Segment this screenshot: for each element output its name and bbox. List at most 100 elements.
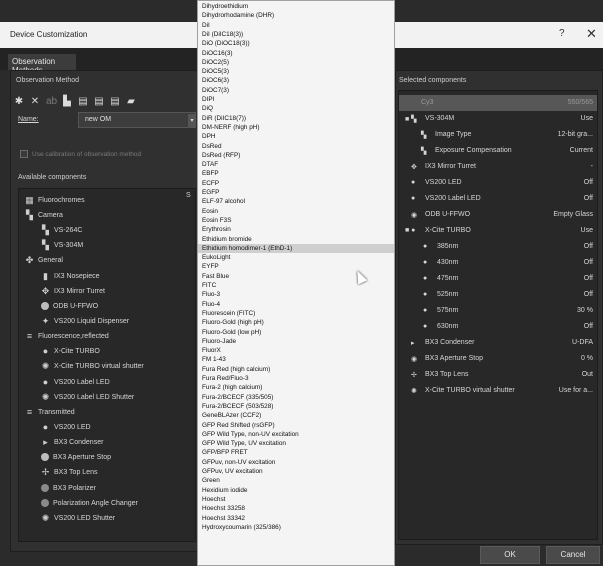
- dropdown-option[interactable]: GFPuv, non-UV excitation: [198, 458, 394, 467]
- tree-item-vs200-led-shutter[interactable]: ✺ VS200 LED Shutter: [41, 511, 115, 525]
- dropdown-option[interactable]: DiO (DiOC18(3)): [198, 39, 394, 48]
- tree-item-vs-264c[interactable]: ▚ VS-264C: [41, 223, 82, 237]
- tree-item-camera[interactable]: ▚ Camera: [25, 208, 63, 222]
- tree-item-polarization-angle-changer[interactable]: Polarization Angle Changer: [41, 496, 138, 510]
- dropdown-option[interactable]: Fluo-4: [198, 300, 394, 309]
- ok-button[interactable]: OK: [480, 546, 540, 564]
- dropdown-option[interactable]: DiOC7(3): [198, 86, 394, 95]
- selected-row-630nm[interactable]: ● 630nm Off: [399, 319, 597, 335]
- dropdown-option[interactable]: DPH: [198, 132, 394, 141]
- selected-row-475nm[interactable]: ● 475nm Off: [399, 271, 597, 287]
- dropdown-option[interactable]: GFP Red Shifted (rsGFP): [198, 421, 394, 430]
- new-icon[interactable]: ✱: [14, 97, 24, 107]
- dropdown-option[interactable]: DiOC2(5): [198, 58, 394, 67]
- tree-item-bx3-top-lens[interactable]: ✢ BX3 Top Lens: [41, 465, 98, 479]
- tree-item-fluorochromes[interactable]: ▦ Fluorochromes: [25, 193, 84, 207]
- tree-item-fluorescence-reflected[interactable]: ≡ Fluorescence,reflected: [25, 329, 109, 343]
- dropdown-option[interactable]: GFP Wild Type, non-UV excitation: [198, 430, 394, 439]
- dropdown-option[interactable]: Fluoro-Gold (high pH): [198, 318, 394, 327]
- tree-item-vs200-label-led-shutter[interactable]: ✺ VS200 Label LED Shutter: [41, 390, 134, 404]
- dropdown-option[interactable]: DiQ: [198, 104, 394, 113]
- tree-item-ix3-mirror-turret[interactable]: ✥ IX3 Mirror Turret: [41, 284, 105, 298]
- selected-row-385nm[interactable]: ● 385nm Off: [399, 239, 597, 255]
- dropdown-option[interactable]: EukoLight: [198, 253, 394, 262]
- selected-row-exposure-compensation[interactable]: ▚ Exposure Compensation Current: [399, 143, 597, 159]
- dropdown-option[interactable]: Eosin F3S: [198, 216, 394, 225]
- tree-item-vs-304m[interactable]: ▚ VS-304M: [41, 238, 83, 252]
- dropdown-option[interactable]: Fura-2/BCECF (335/505): [198, 393, 394, 402]
- dropdown-option[interactable]: DiOC16(3): [198, 49, 394, 58]
- dropdown-option[interactable]: Fluorescein (FITC): [198, 309, 394, 318]
- dropdown-option[interactable]: DTAF: [198, 160, 394, 169]
- help-button[interactable]: ?: [559, 28, 565, 39]
- delete-icon[interactable]: ✕: [30, 97, 40, 107]
- export-icon[interactable]: ▤: [94, 97, 104, 107]
- dropdown-option[interactable]: GeneBLAzer (CCF2): [198, 411, 394, 420]
- dropdown-option[interactable]: Hexidium iodide: [198, 486, 394, 495]
- dropdown-option[interactable]: Eosin: [198, 207, 394, 216]
- use-calibration-row[interactable]: Use calibration of observation method: [20, 150, 141, 158]
- tree-item-transmitted[interactable]: ≡ Transmitted: [25, 405, 75, 419]
- dropdown-option[interactable]: Dihydrorhodamine (DHR): [198, 11, 394, 20]
- dropdown-option[interactable]: Fluo-3: [198, 290, 394, 299]
- dropdown-option[interactable]: Fura Red/Fluo-3: [198, 374, 394, 383]
- tree-item-bx3-condenser[interactable]: ▸ BX3 Condenser: [41, 435, 103, 449]
- dropdown-option[interactable]: EGFP: [198, 188, 394, 197]
- dropdown-option[interactable]: Hoechst 33258: [198, 504, 394, 513]
- dropdown-option[interactable]: ECFP: [198, 179, 394, 188]
- selected-row-430nm[interactable]: ● 430nm Off: [399, 255, 597, 271]
- dropdown-option[interactable]: Erythrosin: [198, 225, 394, 234]
- tree-item-x-cite-turbo-virtual-shutter[interactable]: ✺ X-Cite TURBO virtual shutter: [41, 359, 144, 373]
- tree-item-bx3-aperture-stop[interactable]: BX3 Aperture Stop: [41, 450, 111, 464]
- selected-row-x-cite-turbo-virtual-shutter[interactable]: ✺ X-Cite TURBO virtual shutter Use for a…: [399, 383, 597, 399]
- dropdown-option[interactable]: FluorX: [198, 346, 394, 355]
- dropdown-option[interactable]: EBFP: [198, 169, 394, 178]
- name-field[interactable]: new OM: [78, 112, 196, 128]
- selected-row-image-type[interactable]: ▚ Image Type 12-bit gra...: [399, 127, 597, 143]
- selected-row-vs200-led[interactable]: ● VS200 LED Off: [399, 175, 597, 191]
- import-icon[interactable]: ▤: [78, 97, 88, 107]
- dropdown-option[interactable]: GFP/BFP FRET: [198, 448, 394, 457]
- selected-row-525nm[interactable]: ● 525nm Off: [399, 287, 597, 303]
- settings-icon[interactable]: ▤: [110, 97, 120, 107]
- dropdown-option[interactable]: Fura-2 (high calcium): [198, 383, 394, 392]
- dropdown-option[interactable]: Ethidium bromide: [198, 235, 394, 244]
- dropdown-option[interactable]: Hoechst 33342: [198, 514, 394, 523]
- tree-item-ix3-nosepiece[interactable]: ▮ IX3 Nosepiece: [41, 269, 100, 283]
- dropdown-option[interactable]: GFP Wild Type, UV excitation: [198, 439, 394, 448]
- tree-item-bx3-polarizer[interactable]: BX3 Polarizer: [41, 481, 96, 495]
- use-calibration-checkbox[interactable]: [20, 150, 28, 158]
- selected-row-cy3[interactable]: Cy3 550/565: [399, 95, 597, 111]
- dropdown-option[interactable]: GFPuv, UV excitation: [198, 467, 394, 476]
- dropdown-option[interactable]: DiI: [198, 21, 394, 30]
- lock-icon[interactable]: ▰: [126, 97, 136, 107]
- dropdown-option[interactable]: Dihydroethidium: [198, 2, 394, 11]
- name-dropdown-toggle[interactable]: ▾: [188, 114, 196, 128]
- selected-row-bx3-aperture-stop[interactable]: ◉ BX3 Aperture Stop 0 %: [399, 351, 597, 367]
- cancel-button[interactable]: Cancel: [546, 546, 600, 564]
- selected-row-ix3-mirror-turret[interactable]: ✥ IX3 Mirror Turret -: [399, 159, 597, 175]
- dropdown-option[interactable]: DiOC6(3): [198, 76, 394, 85]
- dropdown-option[interactable]: Fluoro-Gold (low pH): [198, 328, 394, 337]
- dropdown-option[interactable]: ELF-97 alcohol: [198, 197, 394, 206]
- dropdown-option[interactable]: Fura-2/BCECF (503/528): [198, 402, 394, 411]
- tree-item-odb-u-ffwo[interactable]: ODB U-FFWO: [41, 299, 98, 313]
- dropdown-option[interactable]: Green: [198, 476, 394, 485]
- tab-observation-methods[interactable]: Observation Methods: [8, 54, 76, 75]
- dropdown-option[interactable]: FITC: [198, 281, 394, 290]
- dropdown-option[interactable]: Fluoro-Jade: [198, 337, 394, 346]
- dropdown-option[interactable]: FM 1-43: [198, 355, 394, 364]
- dropdown-option[interactable]: Hoechst: [198, 495, 394, 504]
- selected-row-x-cite-turbo[interactable]: ■ ● X-Cite TURBO Use: [399, 223, 597, 239]
- dropdown-option[interactable]: EYFP: [198, 262, 394, 271]
- dropdown-option[interactable]: DiOC5(3): [198, 67, 394, 76]
- dropdown-option[interactable]: DM-NERF (high pH): [198, 123, 394, 132]
- selected-row-vs-304m[interactable]: ■ ▚ VS-304M Use: [399, 111, 597, 127]
- rename-icon[interactable]: ab: [46, 97, 57, 107]
- dropdown-option[interactable]: DiI (DiIC18(3)): [198, 30, 394, 39]
- dropdown-option[interactable]: DiR (DiIC18(7)): [198, 114, 394, 123]
- dropdown-option[interactable]: DIPI: [198, 95, 394, 104]
- tree-item-vs200-led[interactable]: ● VS200 LED: [41, 420, 91, 434]
- tree-item-x-cite-turbo[interactable]: ● X-Cite TURBO: [41, 344, 100, 358]
- dropdown-option[interactable]: Ethidium homodimer-1 (EthD-1): [198, 243, 394, 253]
